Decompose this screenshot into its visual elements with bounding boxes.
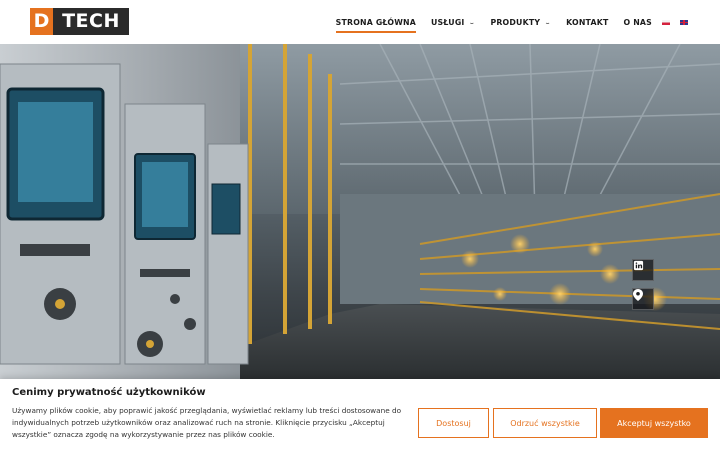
nav-home[interactable]: STRONA GŁÓWNA (335, 0, 417, 44)
nav-services[interactable]: USŁUGI ⌄ (431, 0, 475, 44)
site-header: D TECH STRONA GŁÓWNA USŁUGI ⌄ PRODUKTY ⌄ K… (0, 0, 720, 44)
nav-contact[interactable]: KONTAKT (566, 0, 608, 44)
main-nav: STRONA GŁÓWNA USŁUGI ⌄ PRODUKTY ⌄ KONTAKT … (321, 0, 688, 44)
reject-all-button[interactable]: Odrzuć wszystkie (493, 408, 597, 438)
pl-flag-icon[interactable] (662, 19, 670, 25)
nav-contact-label: KONTAKT (566, 17, 609, 27)
accept-all-button[interactable]: Akceptuj wszystko (600, 408, 708, 438)
nav-products-label: PRODUKTY (490, 17, 541, 27)
nav-services-label: USŁUGI (431, 17, 465, 27)
nav-products[interactable]: PRODUKTY ⌄ (490, 0, 551, 44)
nav-about[interactable]: O NAS (623, 0, 652, 44)
hero-image (0, 44, 720, 379)
logo-d: D (30, 8, 53, 35)
cookie-text: Używamy plików cookie, aby poprawić jako… (12, 406, 402, 440)
linkedin-icon[interactable] (632, 259, 654, 281)
chevron-down-icon: ⌄ (544, 19, 552, 25)
factory-illustration (0, 44, 720, 379)
nav-home-label: STRONA GŁÓWNA (335, 17, 417, 27)
logo[interactable]: D TECH (30, 8, 129, 35)
cookie-title: Cenimy prywatność użytkowników (12, 387, 206, 398)
chevron-down-icon: ⌄ (468, 19, 476, 25)
nav-about-label: O NAS (623, 17, 652, 27)
en-flag-icon[interactable] (680, 19, 688, 25)
customize-button[interactable]: Dostosuj (418, 408, 489, 438)
logo-tech: TECH (53, 8, 129, 35)
map-pin-icon[interactable] (632, 288, 654, 310)
